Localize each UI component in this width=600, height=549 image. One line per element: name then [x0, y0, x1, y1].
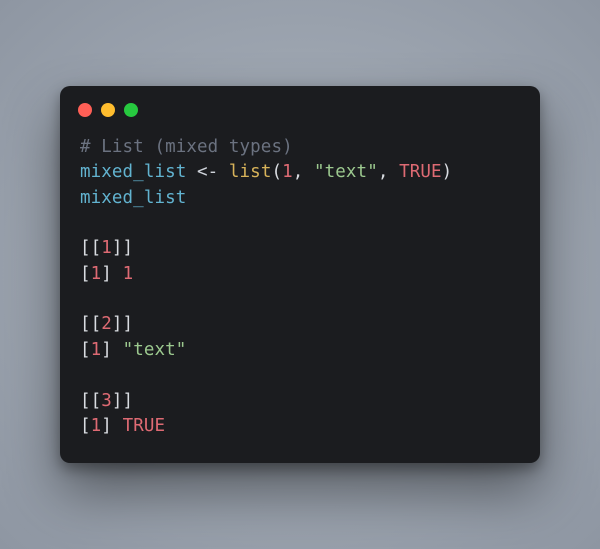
- terminal-window: # List (mixed types) mixed_list <- list(…: [60, 86, 540, 464]
- minimize-icon[interactable]: [101, 103, 115, 117]
- open-paren: (: [271, 162, 282, 182]
- index-number: 2: [101, 314, 112, 334]
- position-bracket: ]: [101, 264, 122, 284]
- literal-number: 1: [282, 162, 293, 182]
- index-bracket: ]]: [112, 391, 133, 411]
- index-bracket: ]]: [112, 238, 133, 258]
- function-name: list: [229, 162, 272, 182]
- position-bracket: [: [80, 264, 91, 284]
- position-number: 1: [91, 264, 102, 284]
- position-bracket: ]: [101, 416, 122, 436]
- position-bracket: [: [80, 340, 91, 360]
- comma: ,: [378, 162, 399, 182]
- index-bracket: [[: [80, 238, 101, 258]
- index-bracket: ]]: [112, 314, 133, 334]
- code-block: # List (mixed types) mixed_list <- list(…: [60, 121, 540, 464]
- index-bracket: [[: [80, 314, 101, 334]
- variable-name: mixed_list: [80, 188, 186, 208]
- index-number: 1: [101, 238, 112, 258]
- close-icon[interactable]: [78, 103, 92, 117]
- close-paren: ): [442, 162, 453, 182]
- output-value: TRUE: [123, 416, 166, 436]
- position-number: 1: [91, 340, 102, 360]
- index-number: 3: [101, 391, 112, 411]
- literal-string: "text": [314, 162, 378, 182]
- zoom-icon[interactable]: [124, 103, 138, 117]
- position-bracket: [: [80, 416, 91, 436]
- position-number: 1: [91, 416, 102, 436]
- comma: ,: [293, 162, 314, 182]
- output-value: 1: [123, 264, 134, 284]
- output-value: "text": [123, 340, 187, 360]
- assign-operator: <-: [186, 162, 229, 182]
- literal-true: TRUE: [399, 162, 442, 182]
- variable-name: mixed_list: [80, 162, 186, 182]
- code-comment: # List (mixed types): [80, 137, 293, 157]
- window-titlebar: [60, 86, 540, 121]
- index-bracket: [[: [80, 391, 101, 411]
- position-bracket: ]: [101, 340, 122, 360]
